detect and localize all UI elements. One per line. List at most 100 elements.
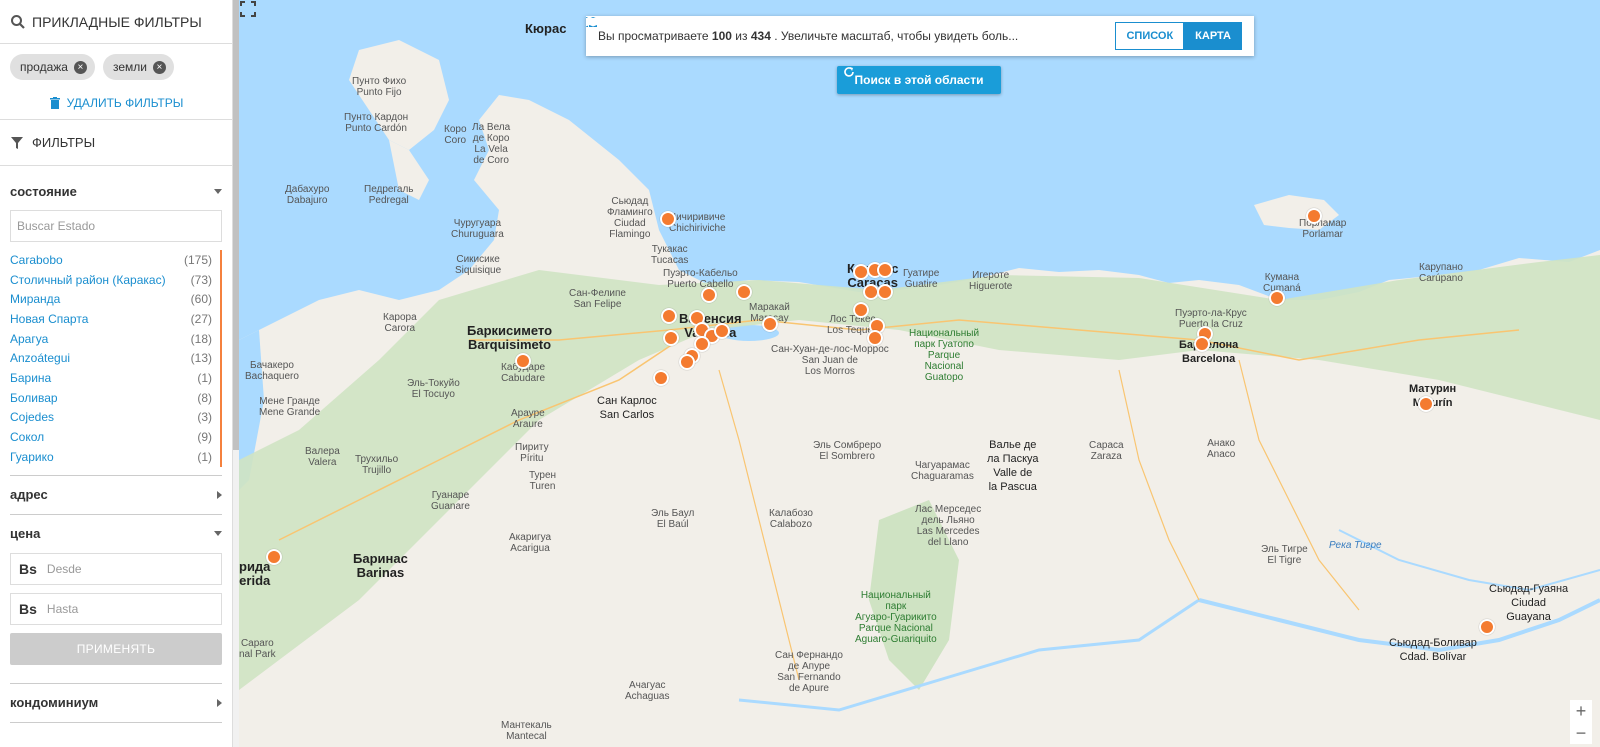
fullscreen-icon[interactable] — [239, 0, 257, 18]
price-from-input[interactable]: Bs Desde — [10, 552, 222, 585]
state-item[interactable]: Сокол (9) — [10, 427, 212, 447]
state-item[interactable]: Cojedes (3) — [10, 408, 212, 428]
listing-marker[interactable] — [515, 353, 531, 369]
listing-marker[interactable] — [1269, 290, 1285, 306]
viewing-count: 100 — [711, 29, 732, 43]
listing-marker[interactable] — [714, 323, 730, 339]
state-item[interactable]: Гуарико (1) — [10, 447, 212, 467]
viewing-prefix: Вы просматриваете — [598, 29, 709, 43]
map-label-chichiriviche: Чичиривиче Chichiriviche — [669, 212, 726, 234]
clear-filters-label: УДАЛИТЬ ФИЛЬТРЫ — [66, 95, 184, 110]
map-label-punto-fijo: Пунто Фихо Punto Fijo — [352, 76, 407, 98]
price-to-placeholder: Hasta — [46, 601, 79, 616]
listing-marker[interactable] — [877, 284, 893, 300]
listing-marker[interactable] — [1479, 619, 1495, 635]
map-label-carora: Карора Carora — [383, 312, 417, 334]
search-area-label: Поиск в этой области — [854, 73, 984, 87]
state-item[interactable]: Carabobo (175) — [10, 250, 212, 270]
listing-marker[interactable] — [701, 287, 717, 303]
map-label-ciudad-bolivar: Сьюдад-Боливар Cdad. Bolívar — [1389, 637, 1477, 663]
state-list: Carabobo (175) Столичный район (Каракас) (… — [10, 250, 222, 467]
map-label-san-fernando: Сан Фернандо де Апуре San Fernando de Ap… — [775, 650, 843, 694]
state-item[interactable]: Новая Спарта (27) — [10, 309, 212, 329]
map-label-el-tocuyo: Эль-Токуйо El Tocuyo — [407, 378, 460, 400]
clear-filters-button[interactable]: УДАЛИТЬ ФИЛЬТРЫ — [0, 86, 232, 120]
listing-marker[interactable] — [653, 370, 669, 386]
map-label-caparo: Caparo nal Park — [239, 638, 276, 660]
listing-marker[interactable] — [1194, 336, 1210, 352]
apply-button[interactable]: ПРИМЕНЯТЬ — [10, 632, 222, 665]
condo-section-toggle[interactable]: кондоминиум — [0, 684, 232, 722]
filters-header: ФИЛЬТРЫ — [0, 120, 232, 166]
state-count: (8) — [197, 390, 212, 405]
state-count: (18) — [190, 331, 212, 346]
listing-marker[interactable] — [877, 262, 893, 278]
map-label-barinas: Баринас Barinas — [353, 551, 408, 580]
map-label-merida: рида erida — [239, 559, 271, 588]
state-section-toggle[interactable]: состояние — [0, 172, 232, 210]
listing-marker[interactable] — [679, 354, 695, 370]
price-to-input[interactable]: Bs Hasta — [10, 592, 222, 625]
listing-marker[interactable] — [853, 302, 869, 318]
price-section-toggle[interactable]: цена — [0, 515, 232, 553]
list-view-label: СПИСОК — [1126, 30, 1174, 42]
results-info-bar: Вы просматриваете 100 из 434 . Увеличьте… — [586, 16, 1254, 56]
state-item[interactable]: Арагуа (18) — [10, 329, 212, 349]
state-item[interactable]: Миранда (60) — [10, 289, 212, 309]
address-section-toggle[interactable]: адрес — [0, 476, 232, 514]
map-label-punto-cardon: Пунто Кардон Punto Cardón — [344, 112, 409, 134]
map-view-label: КАРТА — [1195, 30, 1231, 42]
map-label-ciudad-flamingo: Сьюдад Фламинго Ciudad Flamingo — [607, 196, 653, 240]
search-this-area-button[interactable]: Поиск в этой области — [837, 66, 1001, 94]
zoom-out-button[interactable]: − — [1570, 722, 1592, 744]
map-label-el-sombrero: Эль Сомбреро El Sombrero — [813, 440, 882, 462]
chevron-down-icon — [214, 531, 222, 537]
listing-marker[interactable] — [660, 211, 676, 227]
map-label-tucacas: Тукакас Tucacas — [651, 244, 689, 266]
viewing-total: 434 — [750, 29, 771, 43]
map-view[interactable]: Кюрас Пунто Фихо Punto Fijo Пунто Кардон… — [239, 0, 1600, 747]
chip-label: продажа — [20, 60, 68, 74]
listing-marker[interactable] — [266, 549, 282, 565]
filter-icon — [11, 136, 23, 149]
listing-marker[interactable] — [736, 284, 752, 300]
map-label-trujillo: Трухильо Trujillo — [355, 454, 399, 476]
map-label-mantecal: Мантекаль Mantecal — [501, 720, 552, 742]
filter-chip-land[interactable]: земли × — [102, 54, 174, 80]
state-item[interactable]: Барина (1) — [10, 368, 212, 388]
listing-marker[interactable] — [762, 316, 778, 332]
applied-filters-title: ПРИКЛАДНЫЕ ФИЛЬТРЫ — [32, 13, 202, 30]
listing-marker[interactable] — [1306, 208, 1322, 224]
state-item[interactable]: Столичный район (Каракас) (73) — [10, 270, 212, 290]
filter-chip-sale[interactable]: продажа × — [10, 54, 95, 80]
state-name: Новая Спарта — [10, 311, 89, 326]
listing-marker[interactable] — [661, 308, 677, 324]
map-label-siquisique: Сикисике Siquisique — [455, 254, 502, 276]
zoom-in-button[interactable]: + — [1570, 700, 1592, 722]
chip-label: земли — [112, 60, 147, 74]
listing-marker[interactable] — [867, 330, 883, 346]
map-view-button[interactable]: КАРТА — [586, 16, 1242, 50]
state-count: (13) — [190, 351, 212, 366]
search-icon — [11, 14, 25, 29]
list-view-button[interactable]: СПИСОК — [586, 17, 1185, 50]
listing-marker[interactable] — [1418, 396, 1434, 412]
state-count: (9) — [197, 430, 212, 445]
state-name: Боливар — [10, 390, 58, 405]
state-item[interactable]: Anzoátegui (13) — [10, 348, 212, 368]
state-search-placeholder: Buscar Estado — [17, 219, 96, 233]
close-icon[interactable]: × — [152, 60, 166, 74]
map-label-chaguaramas: Чагуарамас Chaguaramas — [911, 460, 974, 482]
map-label-ciudad-guayana: Сьюдад-Гуаяна Ciudad Guayana — [1489, 583, 1569, 623]
map-label-anaco: Анако Anaco — [1207, 438, 1236, 460]
chevron-right-icon — [217, 490, 222, 499]
close-icon[interactable]: × — [73, 60, 87, 74]
map-label-curacao: Кюрас — [525, 21, 567, 36]
map-label-turen: Турен Turen — [529, 470, 557, 492]
listing-marker[interactable] — [663, 330, 679, 346]
map-label-san-felipe: Сан-Фелипе San Felipe — [569, 288, 626, 310]
state-search-input[interactable]: Buscar Estado — [10, 210, 222, 242]
state-item[interactable]: Боливар (8) — [10, 388, 212, 408]
map-label-achaguas: Ачагуас Achaguas — [625, 680, 670, 702]
price-section-title: цена — [10, 526, 41, 542]
